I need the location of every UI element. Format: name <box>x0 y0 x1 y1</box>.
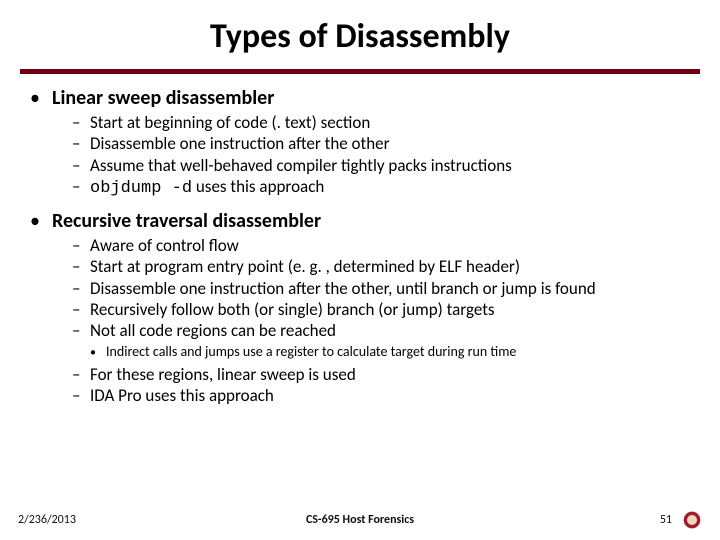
dash-icon: – <box>72 364 90 385</box>
footer-course: CS-695 Host Forensics <box>306 513 414 527</box>
list-item: –objdump -d uses this approach <box>72 176 690 199</box>
slide-content: • Linear sweep disassembler –Start at be… <box>20 86 700 406</box>
list-item: –Disassemble one instruction after the o… <box>72 133 690 154</box>
item-text: Recursively follow both (or single) bran… <box>90 299 495 320</box>
item-text: Disassemble one instruction after the ot… <box>90 133 390 154</box>
bullet-list-level3: •Indirect calls and jumps use a register… <box>30 343 690 362</box>
item-text: Start at program entry point (e. g. , de… <box>90 256 520 277</box>
list-item: •Indirect calls and jumps use a register… <box>90 343 690 362</box>
university-logo-icon <box>682 510 702 530</box>
dash-icon: – <box>72 299 90 320</box>
section-heading: Recursive traversal disassembler <box>52 209 321 233</box>
dash-icon: – <box>72 112 90 133</box>
slide-footer: 2/236/2013 CS-695 Host Forensics 51 <box>0 510 720 530</box>
bullet-list-level2: –Aware of control flow –Start at program… <box>30 235 690 341</box>
title-underline <box>20 69 700 74</box>
item-text: Not all code regions can be reached <box>90 320 336 341</box>
list-item: –Recursively follow both (or single) bra… <box>72 299 690 320</box>
code-text: objdump -d <box>90 179 192 198</box>
bullet-list-level2: –Start at beginning of code (. text) sec… <box>30 112 690 199</box>
item-text: Disassemble one instruction after the ot… <box>90 278 596 299</box>
section-recursive-traversal: • Recursive traversal disassembler –Awar… <box>30 209 690 406</box>
item-text: Aware of control flow <box>90 235 239 256</box>
bullet-list-level1: • Linear sweep disassembler –Start at be… <box>30 86 690 406</box>
dash-icon: – <box>72 155 90 176</box>
list-item: –Assume that well-behaved compiler tight… <box>72 155 690 176</box>
section-heading: Linear sweep disassembler <box>52 86 274 110</box>
dash-icon: – <box>72 235 90 256</box>
dash-icon: – <box>72 385 90 406</box>
footer-date: 2/236/2013 <box>18 513 76 527</box>
item-text: Start at beginning of code (. text) sect… <box>90 112 370 133</box>
list-item: –Start at program entry point (e. g. , d… <box>72 256 690 277</box>
list-item: –IDA Pro uses this approach <box>72 385 690 406</box>
item-text: IDA Pro uses this approach <box>90 385 274 406</box>
list-item: –For these regions, linear sweep is used <box>72 364 690 385</box>
item-text: Assume that well-behaved compiler tightl… <box>90 155 512 176</box>
dash-icon: – <box>72 176 90 197</box>
bullet-dot-icon: • <box>90 346 106 362</box>
page-number: 51 <box>660 513 672 527</box>
section-linear-sweep: • Linear sweep disassembler –Start at be… <box>30 86 690 199</box>
slide: Types of Disassembly • Linear sweep disa… <box>0 0 720 540</box>
item-text: For these regions, linear sweep is used <box>90 364 356 385</box>
dash-icon: – <box>72 256 90 277</box>
list-item: –Start at beginning of code (. text) sec… <box>72 112 690 133</box>
dash-icon: – <box>72 320 90 341</box>
item-text: Indirect calls and jumps use a register … <box>106 343 516 361</box>
item-text: uses this approach <box>192 176 324 197</box>
dash-icon: – <box>72 133 90 154</box>
list-item: –Disassemble one instruction after the o… <box>72 278 690 299</box>
slide-title: Types of Disassembly <box>20 16 700 57</box>
list-item: –Not all code regions can be reached <box>72 320 690 341</box>
bullet-dot-icon: • <box>30 209 52 233</box>
list-item: –Aware of control flow <box>72 235 690 256</box>
bullet-list-level2: –For these regions, linear sweep is used… <box>30 364 690 407</box>
dash-icon: – <box>72 278 90 299</box>
bullet-dot-icon: • <box>30 86 52 110</box>
